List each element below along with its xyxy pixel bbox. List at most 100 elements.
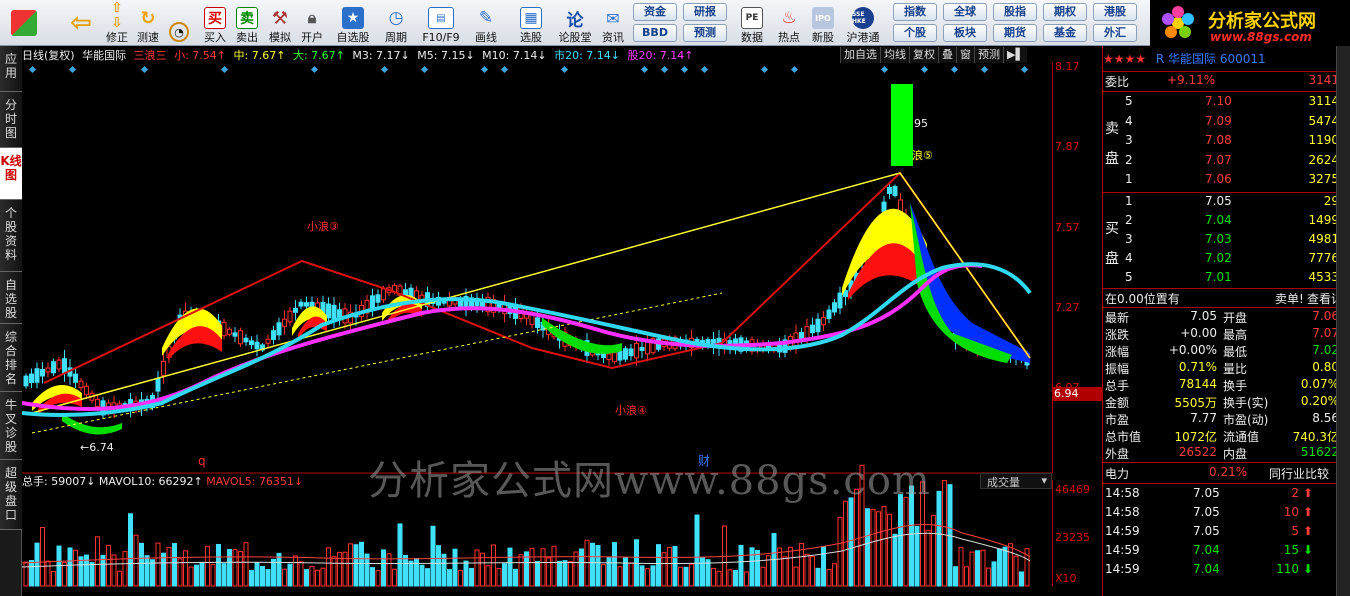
- speed-test-button[interactable]: ↻ 测速: [133, 2, 163, 45]
- overlay-button[interactable]: 叠: [938, 47, 956, 63]
- ipo-button[interactable]: IPO 新股: [808, 2, 838, 44]
- volume-bar: [656, 544, 661, 587]
- industry-name[interactable]: 电力: [1105, 465, 1129, 482]
- indicator-name[interactable]: 三浪三: [134, 49, 167, 62]
- clock-button[interactable]: ◔: [165, 2, 193, 44]
- side-tab-favorites[interactable]: 自选股: [0, 272, 22, 324]
- candle-body: [375, 294, 381, 303]
- forecast-button[interactable]: 预测: [974, 47, 1003, 63]
- draw-line-button[interactable]: ✎ 画线: [468, 2, 504, 44]
- side-tab-diagnosis[interactable]: 牛叉诊股: [0, 392, 22, 460]
- grid-btn-research[interactable]: 研报: [683, 3, 727, 21]
- bid-price: 7.03: [1205, 232, 1232, 246]
- peer-compare-button[interactable]: 同行业比较: [1269, 465, 1329, 482]
- grid-btn-stock[interactable]: 个股: [893, 24, 937, 42]
- grid-btn-forecast[interactable]: 预测: [683, 24, 727, 42]
- side-tab-profile[interactable]: 个股资料: [0, 200, 22, 272]
- grid-btn-fund[interactable]: 资金: [633, 3, 677, 21]
- volume-bar: [700, 557, 705, 587]
- period-label[interactable]: 日线(复权): [22, 49, 75, 62]
- ma-button[interactable]: 均线: [880, 47, 909, 63]
- up-arrow-icon: ⬆: [1302, 486, 1313, 500]
- add-favorite-button[interactable]: 加自选: [840, 47, 880, 63]
- toolbar-label-sell: 卖出: [236, 31, 258, 44]
- event-diamond-icon: [420, 65, 429, 74]
- bid-price: 7.01: [1205, 270, 1232, 284]
- favorites-button[interactable]: ★ 自选股: [334, 2, 372, 44]
- stat-key: 市盈: [1105, 413, 1130, 427]
- adjust-button[interactable]: 复权: [909, 47, 938, 63]
- grid-btn-bbd[interactable]: BBD: [633, 24, 677, 42]
- volume-bar: [507, 547, 513, 587]
- document-icon: ▤: [428, 7, 454, 29]
- high-price-label: 95: [914, 117, 928, 130]
- up-arrow-icon: ⬆: [1302, 505, 1313, 519]
- forum-button[interactable]: 论 论股堂: [556, 2, 594, 45]
- wave3-label: 小浪③: [307, 219, 339, 233]
- grid-btn-global[interactable]: 全球: [943, 3, 987, 21]
- ask-price: 7.06: [1205, 172, 1232, 186]
- candle-body: [331, 304, 337, 321]
- volume-bar: [403, 554, 408, 587]
- data-button[interactable]: PE 数据: [737, 2, 767, 44]
- volume-bar: [414, 558, 419, 587]
- quote-scrollbar[interactable]: [1336, 46, 1350, 596]
- fix-button[interactable]: ⇧ ⇩ 修正: [103, 0, 131, 44]
- divider: [1103, 288, 1339, 289]
- volume-bar: [865, 508, 870, 587]
- sell-button[interactable]: 卖 卖出: [232, 2, 262, 44]
- volume-bar: [964, 566, 969, 587]
- event-diamond-icon: [880, 65, 889, 74]
- grid-btn-options[interactable]: 期权: [1043, 3, 1087, 21]
- candle-body: [254, 341, 260, 350]
- ask-volume: 1190: [1308, 133, 1339, 147]
- period-button[interactable]: ◷ 周期: [378, 2, 414, 44]
- tick-price: 7.04: [1193, 562, 1220, 576]
- buy-button[interactable]: 买 买入: [200, 2, 230, 44]
- grid-btn-hk[interactable]: 港股: [1093, 3, 1137, 21]
- bid-row: 2 7.04 1499: [1103, 213, 1339, 230]
- hk-connect-button[interactable]: SSE HKE 沪港通: [842, 2, 884, 44]
- simulate-button[interactable]: ⚒ 模拟: [264, 2, 296, 45]
- open-account-button[interactable]: 🔒︎ 开户: [297, 2, 327, 44]
- volume-indicator-select[interactable]: 成交量 ▾: [980, 473, 1052, 489]
- grid-btn-futures-index[interactable]: 股指: [993, 3, 1037, 21]
- side-tab-intraday[interactable]: 分时图: [0, 92, 22, 148]
- candle-body: [804, 326, 810, 339]
- news-button[interactable]: ✉ 资讯: [598, 2, 628, 45]
- next-chart-button[interactable]: ▶▌: [1003, 47, 1027, 63]
- grid-btn-forex[interactable]: 外汇: [1093, 24, 1137, 42]
- side-tab-super-quote[interactable]: 超级盘口: [0, 460, 22, 530]
- window-button[interactable]: 窗: [956, 47, 974, 63]
- grid-btn-sector[interactable]: 板块: [943, 24, 987, 42]
- volume-bar: [469, 567, 474, 587]
- grid-btn-futures[interactable]: 期货: [993, 24, 1037, 42]
- stat-value: 0.07%: [1300, 377, 1339, 391]
- divider: [1103, 483, 1339, 484]
- grid-btn-fund2[interactable]: 基金: [1043, 24, 1087, 42]
- grid-btn-index[interactable]: 指数: [893, 3, 937, 21]
- volume-bar: [551, 545, 557, 587]
- stat-key: 总手: [1105, 379, 1130, 393]
- volume-bar: [848, 497, 854, 587]
- stat-value: 78144: [1178, 377, 1217, 391]
- app-logo-icon[interactable]: [4, 2, 44, 44]
- hotspot-button[interactable]: ♨ 热点: [774, 2, 804, 44]
- stat-value: +0.00: [1180, 326, 1217, 340]
- tick-volume: 5: [1291, 524, 1299, 538]
- stat-key: 换手: [1223, 379, 1248, 393]
- candle-body: [249, 340, 254, 346]
- up-arrow-icon: ⬆: [1302, 524, 1313, 538]
- volume-bar: [265, 569, 271, 587]
- volume-bar: [518, 554, 524, 587]
- side-tab-kline[interactable]: K线图: [0, 148, 22, 200]
- side-tab-ranking[interactable]: 综合排名: [0, 324, 22, 392]
- candle-body: [45, 367, 51, 373]
- ask-level: 1: [1125, 172, 1133, 186]
- candle-body: [898, 199, 903, 212]
- stock-picker-button[interactable]: ▦ 选股: [512, 2, 550, 44]
- side-tab-apps[interactable]: 应用: [0, 46, 22, 92]
- f10-button[interactable]: ▤ F10/F9: [420, 2, 462, 44]
- back-button[interactable]: ⇦: [64, 2, 98, 44]
- kline-chart[interactable]: 小浪③小浪④浪⑤95←6.74q 财: [22, 63, 1052, 596]
